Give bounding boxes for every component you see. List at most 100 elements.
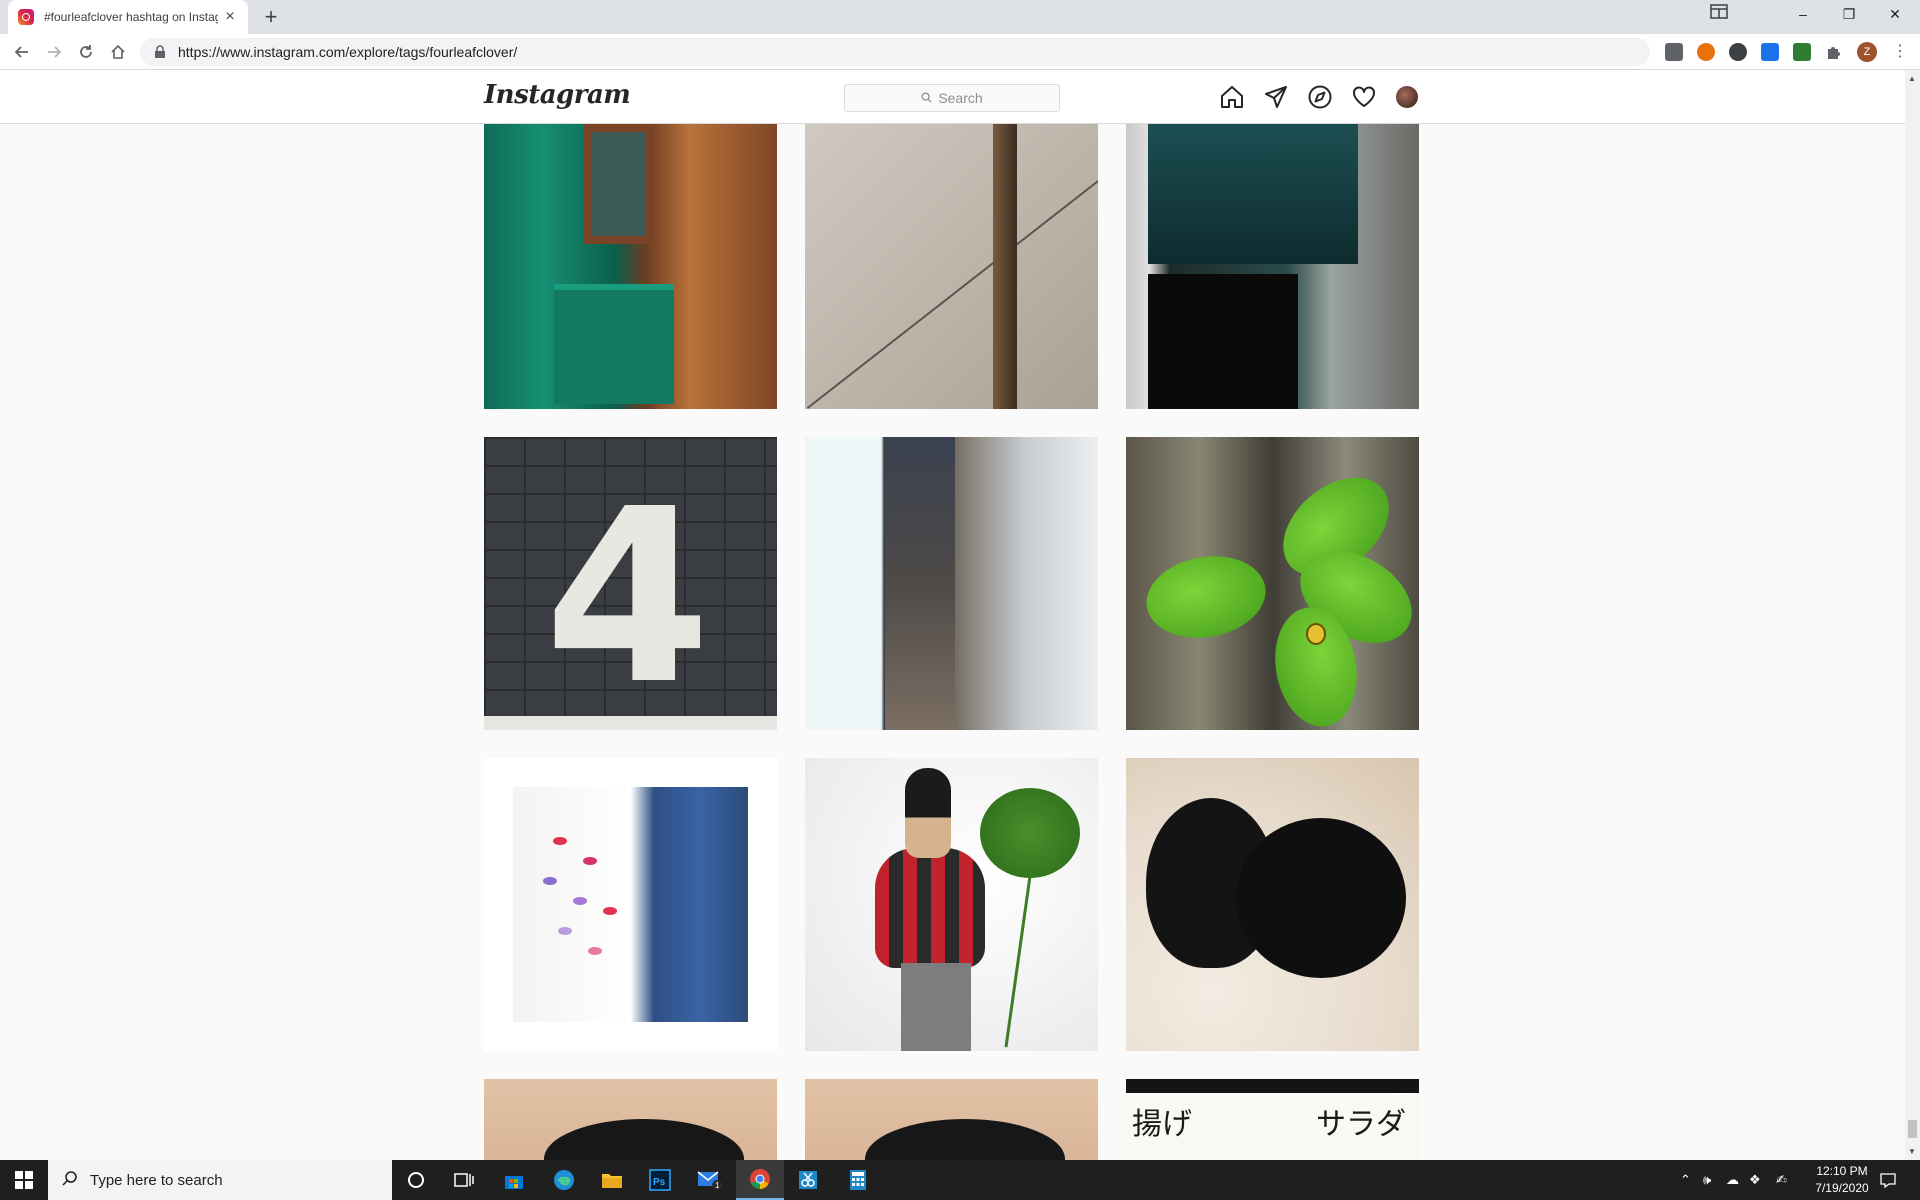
photoshop-icon[interactable]: Ps (636, 1160, 684, 1200)
pen-ink-icon[interactable]: ✍ (1776, 1172, 1787, 1188)
window-close-button[interactable]: ✕ (1872, 0, 1918, 30)
extension-g-icon[interactable] (1665, 43, 1683, 61)
taskbar-search-placeholder: Type here to search (90, 1171, 223, 1189)
system-clock[interactable]: 12:10 PM 7/19/2020 (1808, 1163, 1876, 1197)
calculator-icon[interactable] (834, 1160, 882, 1200)
glass-building-photo[interactable] (1126, 124, 1419, 409)
clothes-image (513, 787, 748, 1022)
forward-arrow-icon[interactable] (42, 40, 66, 64)
home-button-icon[interactable] (106, 40, 130, 64)
scroll-down-arrow-icon[interactable]: ▼ (1908, 1147, 1916, 1156)
cortana-icon[interactable] (392, 1160, 440, 1200)
door-panel-detail (554, 284, 674, 404)
lip-print (558, 927, 572, 935)
profile-avatar-button[interactable]: Z (1857, 42, 1877, 62)
taskbar-search-box[interactable]: Type here to search (48, 1160, 392, 1200)
extension-dark-icon[interactable] (1729, 43, 1747, 61)
black-cat-photo-1[interactable] (484, 1079, 777, 1160)
black-cat-photo-2[interactable] (805, 1079, 1098, 1160)
clothes-hanger-photo[interactable] (484, 758, 777, 1051)
clock-time: 12:10 PM (1816, 1164, 1868, 1178)
extensions-puzzle-icon[interactable] (1825, 43, 1843, 61)
snipping-tool-icon[interactable] (784, 1160, 832, 1200)
extension-blue-icon[interactable] (1761, 43, 1779, 61)
url-text: https://www.instagram.com/explore/tags/f… (178, 44, 518, 60)
building-facade-photo[interactable] (805, 437, 1098, 730)
profile-avatar[interactable] (1396, 86, 1418, 108)
chrome-icon[interactable] (736, 1160, 784, 1200)
painted-number-photo[interactable]: 4 (484, 437, 777, 730)
japanese-menu-photo[interactable]: 揚げ サラダ (1126, 1079, 1419, 1160)
figurine-head (905, 768, 951, 858)
facade-column (885, 437, 955, 730)
onedrive-cloud-icon[interactable]: ☁ (1726, 1172, 1739, 1188)
search-placeholder: Search (938, 90, 983, 106)
back-arrow-icon[interactable] (10, 40, 34, 64)
scroll-up-arrow-icon[interactable]: ▲ (1908, 74, 1916, 83)
home-icon[interactable] (1219, 84, 1245, 110)
menu-text-right: サラダ (1316, 1107, 1406, 1142)
painted-line (484, 716, 777, 730)
lip-print (603, 907, 617, 915)
instagram-logo[interactable]: Instagram (484, 80, 631, 110)
address-bar[interactable]: https://www.instagram.com/explore/tags/f… (140, 38, 1650, 66)
extension-green-icon[interactable] (1793, 43, 1811, 61)
figurine-legs (901, 963, 971, 1051)
browser-toolbar: https://www.instagram.com/explore/tags/f… (0, 34, 1920, 70)
ladybug (1306, 623, 1326, 645)
dark-panel (1148, 274, 1298, 409)
lip-print (573, 897, 587, 905)
dropbox-icon[interactable]: ❖ (1749, 1172, 1761, 1188)
concrete-seam (806, 161, 1098, 409)
browser-tab[interactable]: #fourleafclover hashtag on Instagram × (8, 0, 248, 34)
activity-heart-icon[interactable] (1351, 84, 1377, 110)
black-cat (544, 1119, 744, 1160)
search-input[interactable]: Search (844, 84, 1060, 112)
black-cat (1236, 818, 1406, 978)
reload-icon[interactable] (74, 40, 98, 64)
figurine-clover-photo[interactable] (805, 758, 1098, 1051)
volume-icon[interactable]: 🕪 (1703, 1172, 1711, 1188)
minimize-button[interactable]: – (1780, 0, 1826, 30)
metal-edge (993, 124, 1017, 409)
new-tab-button[interactable]: + (258, 4, 284, 30)
tab-search-icon[interactable] (1710, 3, 1732, 25)
lip-print (543, 877, 557, 885)
tab-title: #fourleafclover hashtag on Instagram (44, 10, 218, 24)
file-explorer-icon[interactable] (588, 1160, 636, 1200)
clover-ladybug-photo[interactable] (1126, 437, 1419, 730)
tray-chevron-up-icon[interactable]: ⌃ (1680, 1172, 1691, 1188)
browser-menu-icon[interactable]: ⋮ (1892, 42, 1908, 62)
restore-button[interactable]: ❐ (1826, 0, 1872, 30)
windows-taskbar: Type here to search Ps 1 ⌃ 🕪 ☁ ❖ ✍ 12:10… (0, 1160, 1920, 1200)
tab-close-button[interactable]: × (222, 8, 238, 26)
page-scrollbar[interactable]: ▲ ▼ (1905, 70, 1920, 1160)
menu-text-left: 揚げ (1132, 1107, 1192, 1142)
svg-text:Ps: Ps (653, 1177, 666, 1188)
lock-icon (154, 45, 168, 59)
mail-badge: 1 (715, 1181, 720, 1190)
direct-message-icon[interactable] (1263, 84, 1289, 110)
concrete-corner-photo[interactable] (805, 124, 1098, 409)
edge-browser-icon[interactable] (540, 1160, 588, 1200)
clover-leaf (980, 788, 1080, 878)
clover-leaf (1139, 547, 1273, 647)
black-cats-photo[interactable] (1126, 758, 1419, 1051)
multiple-photos-icon (1391, 1093, 1405, 1095)
search-icon (921, 90, 932, 106)
black-cat (865, 1119, 1065, 1160)
notification-center-icon[interactable] (1880, 1172, 1896, 1191)
green-door-photo[interactable] (484, 124, 777, 409)
mail-icon[interactable]: 1 (686, 1160, 734, 1200)
instagram-favicon-icon (18, 9, 34, 25)
extension-orange-icon[interactable] (1697, 43, 1715, 61)
explore-compass-icon[interactable] (1307, 84, 1333, 110)
store-icon[interactable] (490, 1160, 538, 1200)
clover-stem (1004, 868, 1033, 1048)
task-view-icon[interactable] (440, 1160, 488, 1200)
lip-print (588, 947, 602, 955)
glass-reflection (1148, 124, 1358, 264)
windows-start-icon[interactable] (0, 1160, 48, 1200)
scrollbar-thumb[interactable] (1908, 1120, 1917, 1138)
taskbar-search-icon (62, 1170, 78, 1191)
